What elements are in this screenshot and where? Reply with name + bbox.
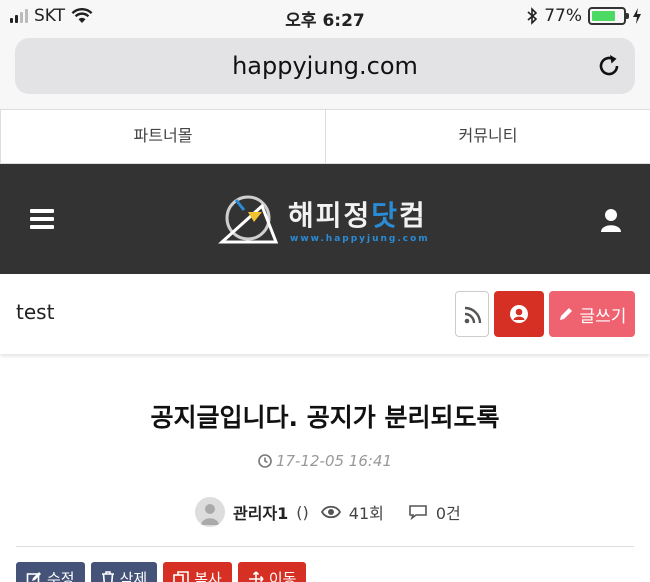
copy-button[interactable]: 복사 bbox=[163, 562, 232, 582]
move-icon bbox=[248, 571, 264, 582]
comment-icon bbox=[409, 505, 427, 520]
charging-icon bbox=[633, 8, 641, 24]
rss-icon bbox=[464, 306, 482, 324]
write-label: 글쓰기 bbox=[579, 306, 627, 327]
copy-icon bbox=[173, 571, 190, 582]
browser-toolbar: happyjung.com bbox=[0, 34, 650, 110]
post-actions: 수정 삭제 복사 이동 bbox=[16, 562, 307, 582]
copy-label: 복사 bbox=[194, 570, 222, 582]
address-bar[interactable]: happyjung.com bbox=[15, 38, 635, 94]
logo-mark-icon bbox=[218, 195, 279, 244]
url-text[interactable]: happyjung.com bbox=[15, 38, 635, 94]
post-date: 17-12-05 16:41 bbox=[0, 452, 650, 470]
logo-name: 해피정닷컴 bbox=[288, 199, 427, 232]
battery-icon bbox=[588, 7, 629, 25]
delete-label: 삭제 bbox=[119, 570, 148, 582]
status-right: 77% bbox=[526, 6, 642, 26]
subscribe-button[interactable] bbox=[494, 291, 544, 337]
default-avatar-icon bbox=[201, 504, 219, 525]
move-label: 이동 bbox=[268, 570, 297, 582]
write-button[interactable]: 글쓰기 bbox=[549, 291, 635, 337]
edit-label: 수정 bbox=[47, 570, 75, 582]
divider bbox=[16, 546, 634, 547]
avatar bbox=[195, 497, 225, 527]
bluetooth-icon bbox=[527, 7, 538, 25]
nav-item-community[interactable]: 커뮤니티 bbox=[325, 110, 650, 163]
site-header: 해피정닷컴 www.happyjung.com bbox=[0, 164, 650, 274]
user-icon[interactable] bbox=[600, 208, 622, 232]
logo-url: www.happyjung.com bbox=[290, 234, 430, 244]
view-count: 41회 bbox=[348, 504, 384, 523]
pencil-icon bbox=[559, 308, 572, 320]
reload-icon[interactable] bbox=[595, 52, 623, 80]
top-nav: 파트너몰 커뮤니티 bbox=[0, 110, 650, 164]
rss-button[interactable] bbox=[455, 291, 489, 337]
author-suffix: () bbox=[296, 502, 309, 522]
site-logo[interactable]: 해피정닷컴 www.happyjung.com bbox=[218, 188, 438, 252]
user-circle-icon bbox=[510, 305, 528, 323]
edit-button[interactable]: 수정 bbox=[16, 562, 85, 582]
nav-item-partner-mall[interactable]: 파트너몰 bbox=[0, 110, 325, 163]
board-title: test bbox=[16, 300, 55, 324]
trash-icon bbox=[101, 571, 114, 582]
clock-icon bbox=[258, 454, 272, 468]
battery-percent: 77% bbox=[544, 6, 582, 26]
author-name[interactable]: 관리자1 bbox=[233, 500, 288, 524]
board-bar: test 글쓰기 bbox=[0, 274, 650, 354]
post-meta: 관리자1 () 41회 0건 bbox=[195, 496, 461, 528]
delete-button[interactable]: 삭제 bbox=[90, 562, 158, 582]
post-title: 공지글입니다. 공지가 분리되도록 bbox=[150, 403, 500, 432]
status-bar: SKT 오후 6:27 77% bbox=[0, 0, 650, 34]
edit-icon bbox=[26, 572, 41, 582]
move-button[interactable]: 이동 bbox=[237, 562, 307, 582]
menu-icon[interactable] bbox=[30, 209, 54, 229]
comment-count: 0건 bbox=[435, 504, 461, 523]
eye-icon bbox=[320, 505, 341, 519]
